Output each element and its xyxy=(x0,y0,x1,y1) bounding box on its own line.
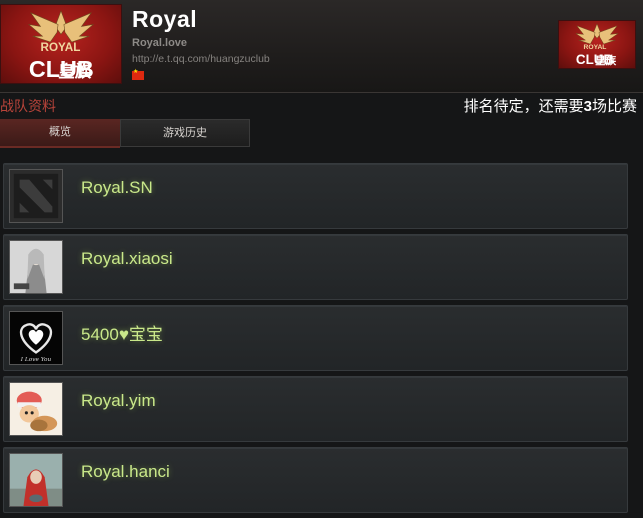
rank-count: 3 xyxy=(583,98,592,115)
character-portrait-avatar xyxy=(9,240,63,294)
team-tag: Royal.love xyxy=(132,37,188,49)
list-item[interactable]: Royal.SN xyxy=(3,163,628,229)
player-list: Royal.SN Royal.xiaosi I Love You 5400♥宝宝 xyxy=(3,163,628,518)
player-name[interactable]: Royal.SN xyxy=(81,178,153,198)
team-logo: ROYAL CLUB 皇族 xyxy=(0,4,122,84)
logo-text-cn: 皇族 xyxy=(58,61,92,81)
list-item[interactable]: Royal.yim xyxy=(3,376,628,442)
team-name: Royal xyxy=(132,6,198,32)
player-name[interactable]: 5400♥宝宝 xyxy=(81,320,163,345)
rank-suffix: 场比赛 xyxy=(591,98,637,115)
player-name[interactable]: Royal.xiaosi xyxy=(81,249,173,269)
player-name[interactable]: Royal.hanci xyxy=(81,462,170,482)
avatar-caption: I Love You xyxy=(20,357,52,363)
heart-avatar: I Love You xyxy=(9,311,63,365)
china-flag-icon xyxy=(132,68,144,80)
dota-logo-avatar xyxy=(9,169,63,223)
tab-overview[interactable]: 概览 xyxy=(0,119,120,148)
logo-text-top: ROYAL xyxy=(41,41,81,54)
tab-game-history[interactable]: 游戏历史 xyxy=(120,119,250,147)
chopper-cartoon-avatar xyxy=(9,382,63,436)
list-item[interactable]: Royal.hanci xyxy=(3,447,628,513)
player-name[interactable]: Royal.yim xyxy=(81,391,156,411)
list-item[interactable]: Royal.xiaosi xyxy=(3,234,628,300)
list-item[interactable]: I Love You 5400♥宝宝 xyxy=(3,305,628,371)
rank-prefix: 排名待定，还需要 xyxy=(463,98,584,115)
logo-small-text-cn: 皇族 xyxy=(595,54,617,67)
girl-red-hood-avatar xyxy=(9,453,63,507)
logo-small-text-top: ROYAL xyxy=(584,44,607,51)
team-header: ROYAL CLUB 皇族 Royal Royal.love http://e.… xyxy=(0,0,643,93)
team-url-link[interactable]: http://e.t.qq.com/huangzuclub xyxy=(132,53,270,65)
section-title: 战队资料 xyxy=(0,98,56,114)
team-logo-small: ROYAL CLUB 皇族 xyxy=(558,20,636,69)
rank-status: 排名待定，还需要3场比赛 xyxy=(464,95,637,116)
